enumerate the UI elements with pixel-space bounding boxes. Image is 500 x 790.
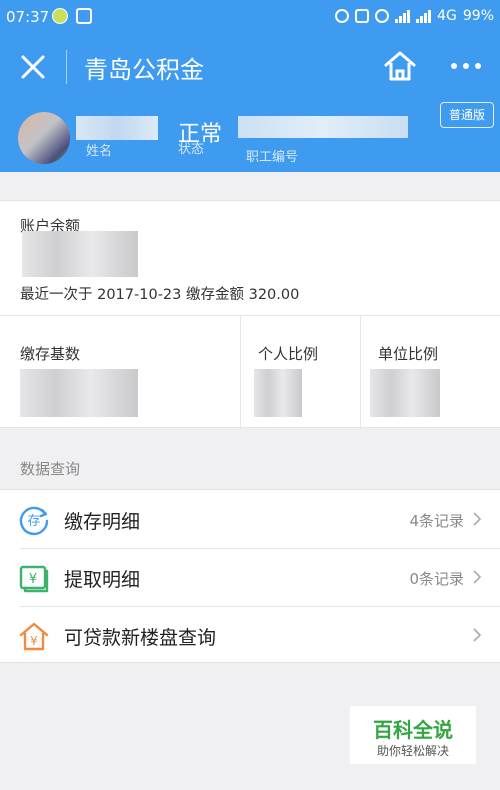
employee-id-blurred xyxy=(238,116,408,138)
watermark-badge: 百科全说 助你轻松解决 xyxy=(350,706,476,764)
title-bar: 青岛公积金 xyxy=(0,34,500,100)
app-notification-icon xyxy=(52,8,68,24)
signal-4g-icon xyxy=(416,9,432,23)
base-amount-label: 缴存基数 xyxy=(20,345,81,361)
name-value-blurred xyxy=(76,116,158,140)
personal-ratio-blurred xyxy=(254,369,302,417)
watermark-title: 百科全说 xyxy=(373,718,453,742)
scan-notification-icon xyxy=(76,8,92,24)
list-item-withdrawal-details[interactable]: ¥ 提取明细 0条记录 xyxy=(0,548,500,606)
employee-id-label: 职工编号 xyxy=(246,150,299,165)
new-property-query-label: 可贷款新楼盘查询 xyxy=(64,627,217,649)
last-payment-text: 最近一次于 2017-10-23 缴存金额 320.00 xyxy=(20,287,300,303)
vibrate-icon xyxy=(355,9,370,23)
status-right: 4G 99% xyxy=(335,8,494,24)
query-list: 存 缴存明细 4条记录 ¥ 提取明细 0条记录 ¥ 可贷款新楼盘查询 xyxy=(0,489,500,663)
more-button[interactable] xyxy=(446,56,486,76)
svg-text:¥: ¥ xyxy=(30,634,38,648)
company-ratio-blurred xyxy=(370,369,440,417)
more-icon xyxy=(451,63,457,69)
house-icon: ¥ xyxy=(19,622,49,651)
title-divider xyxy=(66,50,67,84)
divider xyxy=(0,315,500,316)
status-time: 07:37 xyxy=(6,8,50,26)
close-button[interactable] xyxy=(18,52,48,82)
balance-value-blurred xyxy=(22,231,138,277)
signal-icon xyxy=(395,9,411,23)
withdraw-icon: ¥ xyxy=(19,565,49,593)
location-icon xyxy=(335,9,350,23)
close-icon xyxy=(21,55,45,79)
alarm-icon xyxy=(375,9,390,23)
withdrawal-record-count: 0条记录 xyxy=(409,570,464,588)
status-bar: 07:37 4G 99% xyxy=(0,0,500,34)
version-toggle-button[interactable]: 普通版 xyxy=(440,102,494,128)
page-title: 青岛公积金 xyxy=(84,56,204,84)
deposit-icon: 存 xyxy=(19,506,49,536)
name-label: 姓名 xyxy=(86,144,113,159)
base-amount-blurred xyxy=(20,369,138,417)
profile-section: 姓名 正常 状态 职工编号 普通版 xyxy=(0,100,500,172)
deposit-record-count: 4条记录 xyxy=(409,512,464,530)
home-button[interactable] xyxy=(382,48,418,84)
personal-ratio-label: 个人比例 xyxy=(258,345,319,361)
list-item-deposit-details[interactable]: 存 缴存明细 4条记录 xyxy=(0,490,500,548)
chevron-right-icon xyxy=(473,628,482,642)
status-label: 状态 xyxy=(178,142,205,157)
column-divider xyxy=(360,315,361,429)
list-item-new-property-query[interactable]: ¥ 可贷款新楼盘查询 xyxy=(0,606,500,664)
home-icon xyxy=(384,51,416,81)
chevron-right-icon xyxy=(473,570,482,584)
chevron-right-icon xyxy=(473,512,482,526)
avatar xyxy=(18,112,70,164)
network-type: 4G xyxy=(437,8,457,24)
svg-text:¥: ¥ xyxy=(29,572,37,587)
deposit-details-label: 缴存明细 xyxy=(64,511,141,533)
battery-percent: 99% xyxy=(462,8,494,24)
column-divider xyxy=(240,315,241,429)
company-ratio-label: 单位比例 xyxy=(378,345,439,361)
withdrawal-details-label: 提取明细 xyxy=(64,569,141,591)
svg-text:存: 存 xyxy=(27,514,40,529)
data-query-title: 数据查询 xyxy=(20,460,81,478)
account-card: 账户余额 最近一次于 2017-10-23 缴存金额 320.00 缴存基数 个… xyxy=(0,200,500,429)
watermark-subtitle: 助你轻松解决 xyxy=(376,744,449,758)
